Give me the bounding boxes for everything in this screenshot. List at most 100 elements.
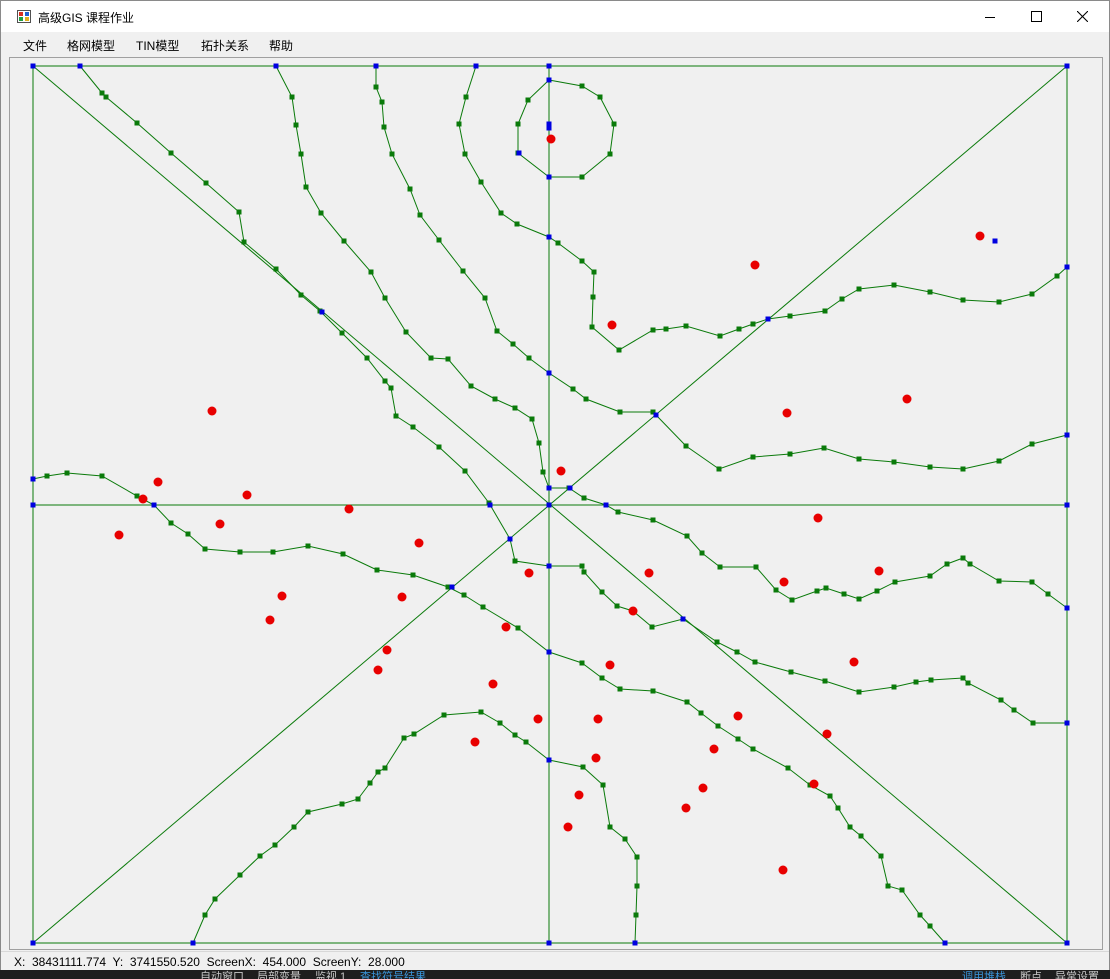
contour-node: [373, 84, 379, 90]
contour-node: [103, 94, 109, 100]
grid-vertex: [546, 485, 552, 491]
grid-vertex: [653, 412, 659, 418]
contour-node: [944, 561, 950, 567]
contour-node: [965, 680, 971, 686]
grid-vertex: [680, 616, 686, 622]
sample-point: [563, 822, 573, 832]
maximize-button[interactable]: [1013, 1, 1059, 32]
title-bar[interactable]: 高级GIS 课程作业: [1, 1, 1109, 32]
grid-vertex: [632, 940, 638, 946]
contour-node: [752, 659, 758, 665]
menu-file[interactable]: 文件: [23, 36, 47, 55]
contour-node: [410, 572, 416, 578]
sample-point: [874, 566, 884, 576]
menu-grid-model[interactable]: 格网模型: [67, 36, 115, 55]
contour-node: [44, 473, 50, 479]
sample-point: [607, 320, 617, 330]
contour-node: [878, 853, 884, 859]
contour-node: [787, 313, 793, 319]
grid-vertex: [319, 309, 325, 315]
sample-point: [733, 711, 743, 721]
contour-node: [305, 809, 311, 815]
contour-node: [821, 445, 827, 451]
contour-node: [512, 558, 518, 564]
contour-node: [529, 416, 535, 422]
contour-node: [789, 597, 795, 603]
contour-line: [32, 472, 946, 944]
minimize-button[interactable]: [967, 1, 1013, 32]
contour-node: [497, 720, 503, 726]
contour-node: [839, 296, 845, 302]
contour-node: [716, 466, 722, 472]
grid-vertex: [273, 63, 279, 69]
contour-node: [1029, 291, 1035, 297]
grid-vertex: [1064, 940, 1070, 946]
contour-node: [1054, 273, 1060, 279]
contour-node: [599, 675, 605, 681]
contour-node: [134, 120, 140, 126]
sample-point: [574, 790, 584, 800]
grid-vertex: [30, 502, 36, 508]
contour-node: [967, 561, 973, 567]
contour-node: [891, 459, 897, 465]
contour-node: [1030, 720, 1036, 726]
contour-node: [814, 588, 820, 594]
contour-node: [856, 286, 862, 292]
contour-node: [899, 887, 905, 893]
sample-point: [207, 406, 217, 416]
grid-vertex: [1064, 432, 1070, 438]
contour-node: [607, 824, 613, 830]
contour-node: [683, 323, 689, 329]
contour-node: [382, 378, 388, 384]
contour-map: [30, 63, 1070, 946]
contour-node: [773, 587, 779, 593]
sample-point: [373, 665, 383, 675]
sample-point: [414, 538, 424, 548]
contour-node: [717, 564, 723, 570]
contour-node: [835, 805, 841, 811]
grid-vertex: [190, 940, 196, 946]
map-canvas[interactable]: [9, 57, 1103, 950]
contour-node: [202, 546, 208, 552]
contour-node: [581, 569, 587, 575]
menu-topology[interactable]: 拓扑关系: [201, 36, 249, 55]
menu-tin-model[interactable]: TIN模型: [136, 36, 179, 55]
contour-node: [787, 451, 793, 457]
contour-node: [1029, 579, 1035, 585]
grid-vertex: [30, 63, 36, 69]
contour-node: [236, 209, 242, 215]
contour-node: [536, 440, 542, 446]
grid-vertex: [546, 757, 552, 763]
menu-help[interactable]: 帮助: [269, 36, 293, 55]
contour-node: [998, 697, 1004, 703]
sample-point: [546, 134, 556, 144]
grid-vertex: [546, 563, 552, 569]
grid-vertex: [546, 502, 552, 508]
ide-tab-autos: 自动窗口: [200, 971, 244, 979]
contour-node: [382, 295, 388, 301]
contour-node: [168, 150, 174, 156]
contour-node: [270, 549, 276, 555]
contour-node: [590, 294, 596, 300]
contour-node: [917, 912, 923, 918]
contour-node: [463, 94, 469, 100]
contour-node: [634, 883, 640, 889]
close-button[interactable]: [1059, 1, 1105, 32]
contour-node: [617, 686, 623, 692]
sample-point: [265, 615, 275, 625]
sample-point: [470, 737, 480, 747]
contour-node: [379, 99, 385, 105]
contour-node: [683, 443, 689, 449]
grid-vertex: [765, 316, 771, 322]
sample-point: [215, 519, 225, 529]
contour-node: [996, 578, 1002, 584]
grid-vertex: [1064, 264, 1070, 270]
contour-node: [355, 796, 361, 802]
contour-node: [381, 124, 387, 130]
grid-vertex: [449, 584, 455, 590]
contour-node: [753, 564, 759, 570]
contour-node: [403, 329, 409, 335]
contour-node: [856, 456, 862, 462]
grid-vertex: [546, 370, 552, 376]
contour-line: [458, 65, 1068, 351]
